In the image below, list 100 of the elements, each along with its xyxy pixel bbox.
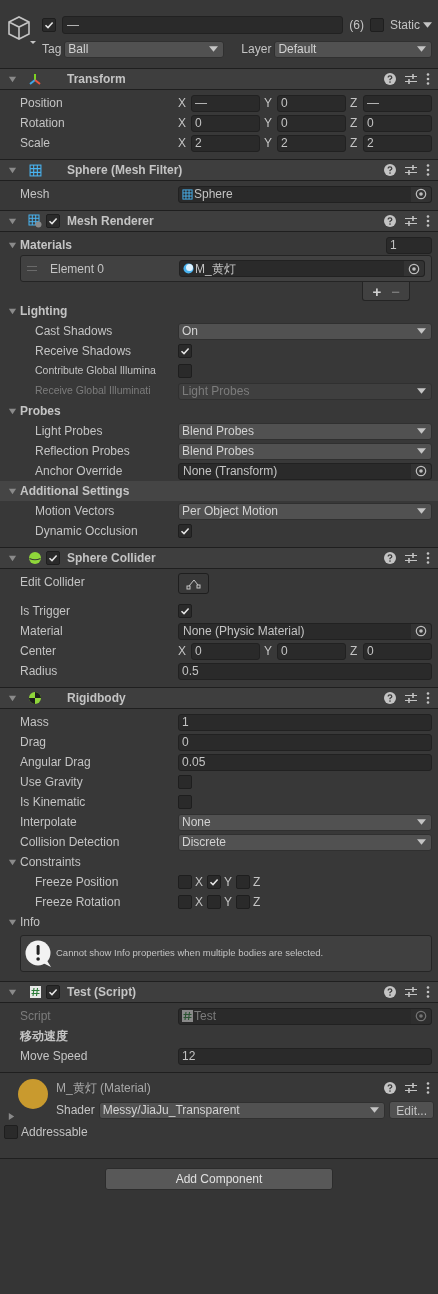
number-field[interactable]: — — [363, 94, 432, 112]
foldout-arrow-icon[interactable] — [8, 306, 17, 316]
enabled-checkbox[interactable] — [46, 551, 60, 565]
foldout-arrow-icon[interactable] — [8, 553, 17, 563]
foldout-arrow-icon[interactable] — [8, 406, 17, 416]
checkbox[interactable] — [178, 524, 192, 538]
checkbox[interactable] — [178, 604, 192, 618]
foldout-arrow-icon[interactable] — [8, 693, 17, 703]
dropdown[interactable]: Blend Probes — [178, 442, 432, 460]
name-field[interactable]: — — [62, 16, 344, 34]
checkbox[interactable] — [207, 875, 221, 889]
checkbox[interactable] — [236, 895, 251, 909]
number-field[interactable]: 0 — [277, 642, 346, 660]
number-field[interactable]: 0 — [363, 114, 432, 132]
more-menu-icon[interactable] — [426, 164, 430, 176]
dropdown[interactable]: On — [178, 322, 432, 340]
checkbox[interactable] — [178, 875, 192, 889]
dropdown[interactable]: Default — [274, 40, 432, 58]
cube-icon[interactable] — [6, 14, 36, 44]
foldout-header[interactable]: Probes — [0, 401, 438, 421]
more-menu-icon[interactable] — [426, 552, 430, 564]
help-icon[interactable] — [384, 692, 396, 704]
component-header[interactable]: Rigidbody — [0, 687, 438, 709]
foldout-header[interactable]: Additional Settings — [0, 481, 438, 501]
foldout-header[interactable]: Lighting — [0, 301, 438, 321]
number-field[interactable]: 0 — [277, 94, 346, 112]
more-menu-icon[interactable] — [426, 692, 430, 704]
edit-shader-button[interactable]: Edit... — [389, 1101, 434, 1119]
dropdown[interactable]: Discrete — [178, 833, 432, 851]
foldout-arrow-icon[interactable] — [8, 240, 17, 250]
foldout-header[interactable]: Materials 1 — [0, 235, 438, 255]
number-field[interactable]: — — [191, 94, 260, 112]
add-component-button[interactable]: Add Component — [105, 1168, 333, 1190]
enabled-checkbox[interactable] — [46, 985, 60, 999]
dropdown[interactable]: Ball — [64, 40, 225, 58]
number-field[interactable]: 0 — [178, 733, 432, 751]
presets-sliders-icon[interactable] — [405, 73, 417, 85]
help-icon[interactable] — [384, 215, 396, 227]
checkbox[interactable] — [236, 875, 251, 889]
dropdown[interactable]: Per Object Motion — [178, 502, 432, 520]
help-icon[interactable] — [384, 164, 396, 176]
presets-sliders-icon[interactable] — [405, 692, 417, 704]
number-field[interactable]: 2 — [363, 134, 432, 152]
active-checkbox[interactable] — [42, 18, 56, 32]
dropdown[interactable]: Blend Probes — [178, 422, 432, 440]
object-picker-icon[interactable] — [408, 262, 420, 275]
enabled-checkbox[interactable] — [46, 214, 60, 228]
object-picker-icon[interactable] — [415, 188, 427, 200]
more-menu-icon[interactable] — [426, 1082, 430, 1094]
checkbox[interactable] — [178, 895, 192, 909]
foldout-arrow-icon[interactable] — [8, 486, 17, 496]
object-field[interactable]: Sphere — [178, 185, 432, 203]
number-field[interactable]: 0 — [191, 642, 260, 660]
presets-sliders-icon[interactable] — [405, 164, 417, 176]
component-header[interactable]: Sphere (Mesh Filter) — [0, 159, 438, 181]
help-icon[interactable] — [384, 73, 396, 85]
help-icon[interactable] — [384, 1082, 396, 1094]
component-header[interactable]: Sphere Collider — [0, 547, 438, 569]
number-field[interactable]: 0 — [363, 642, 432, 660]
help-icon[interactable] — [384, 986, 396, 998]
number-field[interactable]: 2 — [191, 134, 260, 152]
foldout-header[interactable]: Constraints — [0, 852, 438, 872]
foldout-arrow-icon[interactable] — [8, 987, 17, 997]
object-field[interactable]: M_黄灯 — [179, 260, 425, 277]
add-element-button[interactable]: + — [372, 283, 382, 299]
object-field[interactable]: None (Transform) — [178, 462, 432, 480]
presets-sliders-icon[interactable] — [405, 1082, 417, 1094]
number-field[interactable]: 1 — [178, 713, 432, 731]
help-icon[interactable] — [384, 552, 396, 564]
object-picker-icon[interactable] — [415, 625, 427, 637]
checkbox[interactable] — [178, 364, 192, 378]
checkbox[interactable] — [178, 775, 192, 789]
foldout-header[interactable]: Info — [0, 912, 438, 932]
foldout-arrow-icon[interactable] — [8, 917, 17, 927]
foldout-arrow-icon[interactable] — [7, 1112, 16, 1121]
more-menu-icon[interactable] — [426, 73, 430, 85]
number-field[interactable]: 0.05 — [178, 753, 432, 771]
checkbox[interactable] — [178, 344, 192, 358]
presets-sliders-icon[interactable] — [405, 986, 417, 998]
checkbox[interactable] — [178, 795, 192, 809]
static-dropdown[interactable]: Static — [390, 16, 432, 34]
component-header[interactable]: Transform — [0, 68, 438, 90]
dropdown[interactable]: Messy/JiaJu_Transparent — [98, 1101, 386, 1119]
component-header[interactable]: Mesh Renderer — [0, 210, 438, 232]
number-field[interactable]: 0 — [277, 114, 346, 132]
more-menu-icon[interactable] — [426, 986, 430, 998]
foldout-arrow-icon[interactable] — [8, 857, 17, 867]
more-menu-icon[interactable] — [426, 215, 430, 227]
component-header[interactable]: Test (Script) — [0, 981, 438, 1003]
checkbox[interactable] — [207, 895, 221, 909]
drag-handle-icon[interactable] — [27, 266, 37, 271]
foldout-arrow-icon[interactable] — [8, 74, 17, 84]
presets-sliders-icon[interactable] — [405, 552, 417, 564]
foldout-arrow-icon[interactable] — [8, 216, 17, 226]
object-picker-icon[interactable] — [415, 465, 427, 477]
number-field[interactable]: 12 — [178, 1047, 432, 1065]
addressable-checkbox[interactable] — [4, 1125, 18, 1139]
number-field[interactable]: 2 — [277, 134, 346, 152]
count-field[interactable]: 1 — [386, 236, 432, 254]
number-field[interactable]: 0 — [191, 114, 260, 132]
